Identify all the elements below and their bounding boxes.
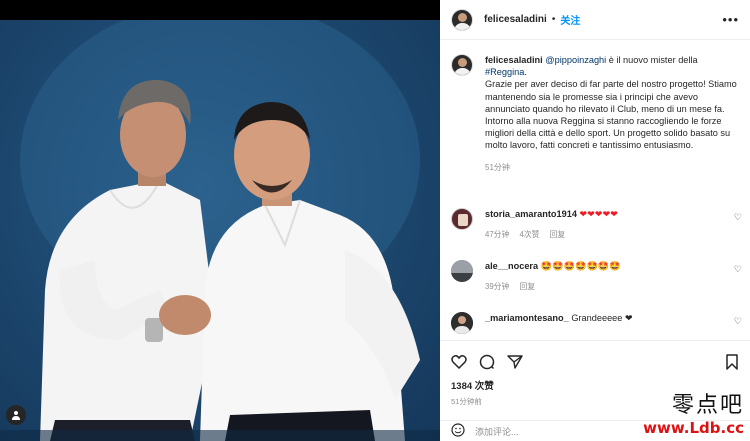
reply-button[interactable]: 回复 [550, 230, 566, 239]
emoji-icon[interactable] [451, 422, 465, 440]
caption-username[interactable]: felicesaladini [485, 55, 543, 65]
watermark-cn: 零点吧 [671, 393, 744, 418]
hashtag-link[interactable]: #Reggina [485, 67, 524, 77]
reply-button[interactable]: 回复 [519, 282, 535, 291]
caption-line2: . [524, 67, 527, 78]
comment-item: ale__nocera 🤩🤩🤩🤩🤩🤩🤩 39分钟 回复 ♡ [440, 260, 750, 293]
comment-bubble-icon[interactable] [479, 354, 495, 370]
post-caption: felicesaladini @pippoinzaghi è il nuovo … [440, 40, 750, 174]
mention-link[interactable]: @pippoinzaghi [545, 55, 606, 65]
comment-meta: 47分钟 4次赞 回复 [485, 229, 739, 241]
comment-username[interactable]: storia_amaranto1914 [485, 209, 577, 219]
post-actions [440, 340, 750, 374]
caption-line1: è il nuovo mister della [606, 55, 698, 65]
share-send-icon[interactable] [507, 354, 523, 370]
like-heart-icon[interactable] [451, 354, 467, 369]
likes-count[interactable]: 1384 次赞 [451, 378, 494, 392]
caption-body: Grazie per aver deciso di far parte del … [485, 79, 737, 151]
comment-text: ❤❤❤❤❤ [579, 209, 619, 219]
commenter-avatar[interactable] [451, 260, 473, 282]
site-watermark: 零点吧 www.Ldb.cc [643, 387, 744, 437]
caption-time: 51分钟 [485, 162, 510, 172]
post-photo-frame [0, 0, 440, 441]
photo-illustration [0, 20, 440, 441]
follow-button[interactable]: 关注 [560, 12, 580, 27]
comment-username[interactable]: ale__nocera [485, 261, 538, 271]
comment-time: 39分钟 [485, 282, 510, 291]
separator-dot: • [551, 14, 556, 25]
caption-text: felicesaladini @pippoinzaghi è il nuovo … [485, 54, 739, 174]
comment-meta: 39分钟 回复 [485, 281, 739, 293]
comment-time: 47分钟 [485, 230, 510, 239]
comment-item: _mariamontesano_ Grandeeeee ❤ ♡ [440, 312, 750, 334]
more-options-icon[interactable]: ••• [722, 12, 739, 27]
tagged-users-icon[interactable] [6, 405, 26, 425]
post-header: felicesaladini • 关注 ••• [440, 0, 750, 40]
caption-avatar[interactable] [451, 54, 473, 76]
author-avatar[interactable] [451, 8, 473, 31]
comment-likes[interactable]: 4次赞 [519, 230, 539, 239]
like-comment-icon[interactable]: ♡ [734, 316, 742, 327]
author-username[interactable]: felicesaladini [484, 14, 547, 25]
commenter-avatar[interactable] [451, 208, 473, 230]
post-timestamp: 51分钟前 [451, 397, 482, 406]
comment-username[interactable]: _mariamontesano_ [485, 313, 569, 323]
commenter-avatar[interactable] [451, 312, 473, 334]
comment-item: storia_amaranto1914 ❤❤❤❤❤ 47分钟 4次赞 回复 ♡ [440, 208, 750, 241]
post-side-panel: felicesaladini • 关注 ••• felicesaladini @… [440, 0, 750, 441]
comment-text: Grandeeeee ❤ [571, 313, 633, 323]
bookmark-icon[interactable] [725, 353, 739, 370]
like-comment-icon[interactable]: ♡ [734, 264, 742, 275]
post-photo[interactable] [0, 20, 440, 441]
add-comment-input[interactable]: 添加评论... [475, 425, 519, 438]
watermark-url: www.Ldb.cc [643, 419, 744, 437]
comment-text: 🤩🤩🤩🤩🤩🤩🤩 [540, 261, 621, 271]
like-comment-icon[interactable]: ♡ [734, 212, 742, 223]
